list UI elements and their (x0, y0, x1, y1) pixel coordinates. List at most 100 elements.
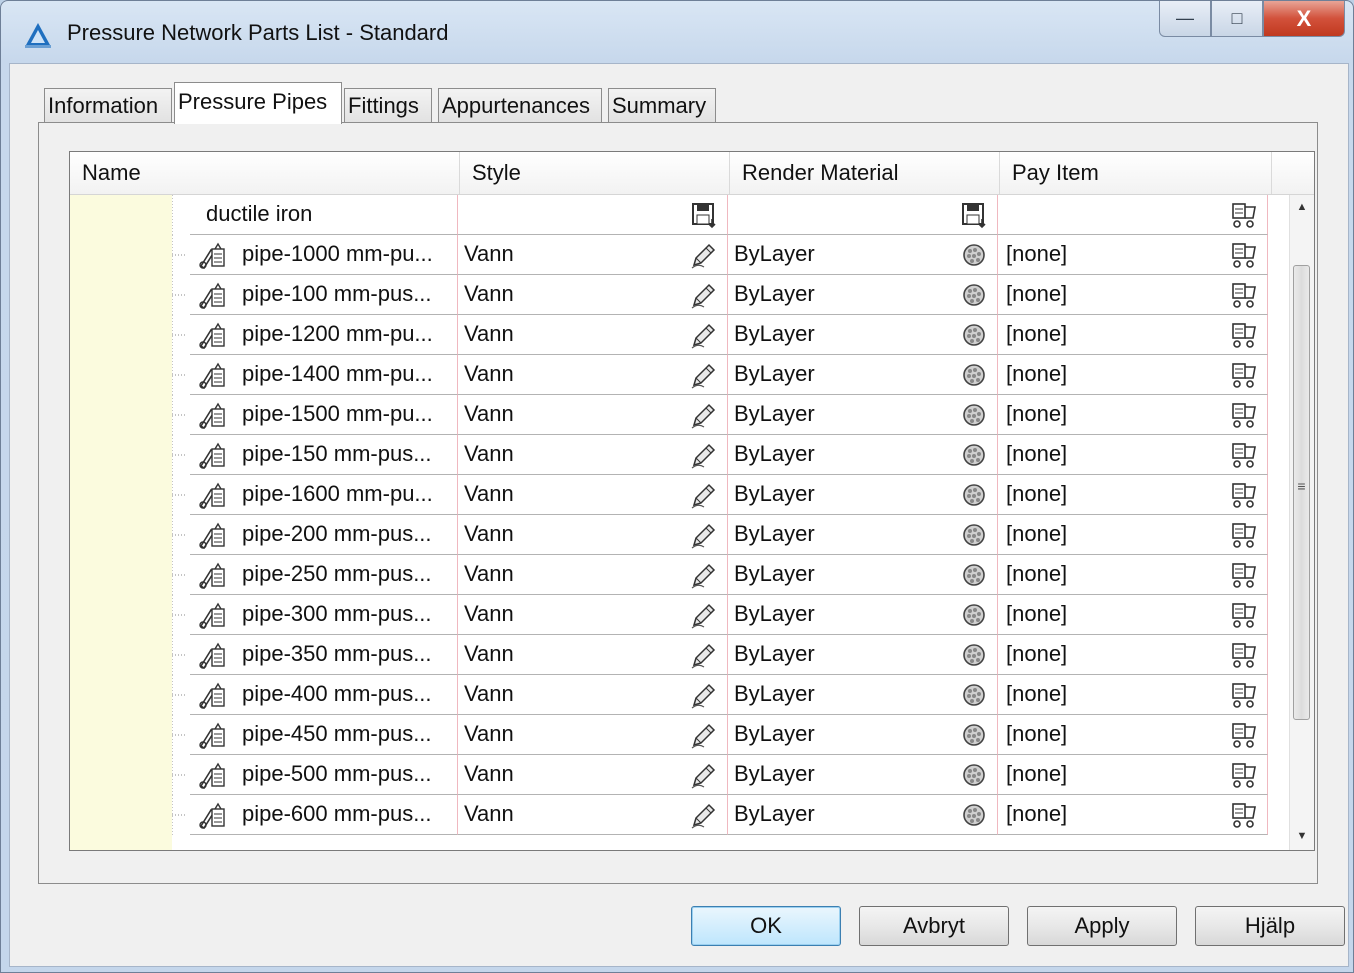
table-row[interactable]: pipe-300 mm-pus... Vann ByLayer [none] (70, 595, 1290, 635)
style-cell[interactable]: Vann (458, 235, 728, 275)
pay-item-cell[interactable]: [none] (998, 595, 1268, 635)
pay-item-cell[interactable]: [none] (998, 435, 1268, 475)
table-row[interactable]: pipe-250 mm-pus... Vann ByLayer [none] (70, 555, 1290, 595)
render-material-sphere-icon[interactable] (960, 601, 988, 629)
style-cell[interactable]: Vann (458, 395, 728, 435)
pay-item-icon[interactable] (1230, 241, 1258, 269)
pay-item-cell[interactable]: [none] (998, 515, 1268, 555)
pencil-edit-icon[interactable] (690, 361, 718, 389)
render-material-sphere-icon[interactable] (960, 481, 988, 509)
close-button[interactable]: X (1263, 1, 1345, 37)
column-header-pay-item[interactable]: Pay Item (1000, 152, 1272, 194)
column-header-name[interactable]: Name (70, 152, 460, 194)
table-row[interactable]: pipe-500 mm-pus... Vann ByLayer [none] (70, 755, 1290, 795)
render-material-sphere-icon[interactable] (960, 721, 988, 749)
pay-item-cell[interactable]: [none] (998, 795, 1268, 835)
render-material-cell[interactable]: ByLayer (728, 555, 998, 595)
table-row[interactable]: pipe-1600 mm-pu... Vann ByLayer [none] (70, 475, 1290, 515)
pay-item-cell[interactable]: [none] (998, 355, 1268, 395)
render-material-cell[interactable]: ByLayer (728, 715, 998, 755)
pay-item-icon[interactable] (1230, 601, 1258, 629)
pay-item-icon[interactable] (1230, 761, 1258, 789)
render-material-cell[interactable]: ByLayer (728, 635, 998, 675)
pay-item-cell[interactable]: [none] (998, 315, 1268, 355)
pencil-edit-icon[interactable] (690, 681, 718, 709)
column-header-render-material[interactable]: Render Material (730, 152, 1000, 194)
title-bar[interactable]: Pressure Network Parts List - Standard —… (1, 1, 1353, 65)
style-cell[interactable]: Vann (458, 555, 728, 595)
table-row[interactable]: pipe-350 mm-pus... Vann ByLayer [none] (70, 635, 1290, 675)
render-material-cell[interactable]: ByLayer (728, 235, 998, 275)
tab-information[interactable]: Information (44, 88, 172, 122)
render-material-cell[interactable]: ByLayer (728, 795, 998, 835)
style-cell[interactable]: Vann (458, 635, 728, 675)
render-material-sphere-icon[interactable] (960, 241, 988, 269)
pencil-edit-icon[interactable] (690, 281, 718, 309)
pay-item-icon[interactable] (1230, 561, 1258, 589)
render-material-cell[interactable]: ByLayer (728, 355, 998, 395)
render-material-cell[interactable]: ByLayer (728, 675, 998, 715)
render-material-sphere-icon[interactable] (960, 641, 988, 669)
table-row[interactable]: pipe-450 mm-pus... Vann ByLayer [none] (70, 715, 1290, 755)
save-column-icon[interactable] (690, 201, 718, 229)
pencil-edit-icon[interactable] (690, 761, 718, 789)
scroll-down-icon[interactable]: ▼ (1290, 830, 1314, 842)
render-material-sphere-icon[interactable] (960, 441, 988, 469)
render-material-sphere-icon[interactable] (960, 801, 988, 829)
pay-item-icon[interactable] (1230, 321, 1258, 349)
pay-item-cell[interactable]: [none] (998, 635, 1268, 675)
pencil-edit-icon[interactable] (690, 721, 718, 749)
render-material-cell[interactable]: ByLayer (728, 275, 998, 315)
pay-item-icon[interactable] (1230, 361, 1258, 389)
table-row[interactable]: pipe-1400 mm-pu... Vann ByLayer [none] (70, 355, 1290, 395)
render-material-sphere-icon[interactable] (960, 281, 988, 309)
pencil-edit-icon[interactable] (690, 561, 718, 589)
pencil-edit-icon[interactable] (690, 401, 718, 429)
render-material-cell[interactable]: ByLayer (728, 515, 998, 555)
pay-item-cell[interactable]: [none] (998, 555, 1268, 595)
render-material-sphere-icon[interactable] (960, 321, 988, 349)
pencil-edit-icon[interactable] (690, 441, 718, 469)
pay-item-icon[interactable] (1230, 281, 1258, 309)
style-cell[interactable]: Vann (458, 475, 728, 515)
pay-item-cell[interactable]: [none] (998, 395, 1268, 435)
pay-item-icon[interactable] (1230, 481, 1258, 509)
render-material-sphere-icon[interactable] (960, 401, 988, 429)
pay-item-icon[interactable] (1230, 681, 1258, 709)
tab-pressure-pipes[interactable]: Pressure Pipes (174, 82, 342, 124)
cancel-button[interactable]: Avbryt (859, 906, 1009, 946)
style-cell[interactable]: Vann (458, 595, 728, 635)
save-column-icon[interactable] (960, 201, 988, 229)
table-row[interactable]: pipe-400 mm-pus... Vann ByLayer [none] (70, 675, 1290, 715)
style-cell[interactable]: Vann (458, 795, 728, 835)
table-row[interactable]: pipe-200 mm-pus... Vann ByLayer [none] (70, 515, 1290, 555)
table-row[interactable]: pipe-1500 mm-pu... Vann ByLayer [none] (70, 395, 1290, 435)
pay-item-cell[interactable]: [none] (998, 235, 1268, 275)
pay-item-cell[interactable]: [none] (998, 715, 1268, 755)
style-cell[interactable]: Vann (458, 515, 728, 555)
render-material-cell[interactable]: ByLayer (728, 475, 998, 515)
style-cell[interactable]: Vann (458, 275, 728, 315)
pay-item-icon[interactable] (1230, 401, 1258, 429)
scroll-up-icon[interactable]: ▲ (1290, 201, 1314, 213)
style-cell[interactable]: Vann (458, 715, 728, 755)
render-material-cell[interactable]: ByLayer (728, 755, 998, 795)
render-material-sphere-icon[interactable] (960, 361, 988, 389)
pencil-edit-icon[interactable] (690, 601, 718, 629)
tab-appurtenances[interactable]: Appurtenances (438, 88, 602, 122)
render-material-sphere-icon[interactable] (960, 681, 988, 709)
style-cell[interactable]: Vann (458, 755, 728, 795)
pay-item-icon[interactable] (1230, 521, 1258, 549)
pencil-edit-icon[interactable] (690, 801, 718, 829)
style-cell[interactable]: Vann (458, 355, 728, 395)
pencil-edit-icon[interactable] (690, 241, 718, 269)
pay-item-icon[interactable] (1230, 441, 1258, 469)
table-row[interactable]: pipe-150 mm-pus... Vann ByLayer [none] (70, 435, 1290, 475)
pay-item-cell[interactable]: [none] (998, 755, 1268, 795)
render-material-sphere-icon[interactable] (960, 521, 988, 549)
pay-item-cell[interactable]: [none] (998, 275, 1268, 315)
style-cell[interactable]: Vann (458, 675, 728, 715)
vertical-scrollbar[interactable]: ▲ ≡ ▼ (1289, 195, 1314, 850)
pencil-edit-icon[interactable] (690, 521, 718, 549)
apply-button[interactable]: Apply (1027, 906, 1177, 946)
